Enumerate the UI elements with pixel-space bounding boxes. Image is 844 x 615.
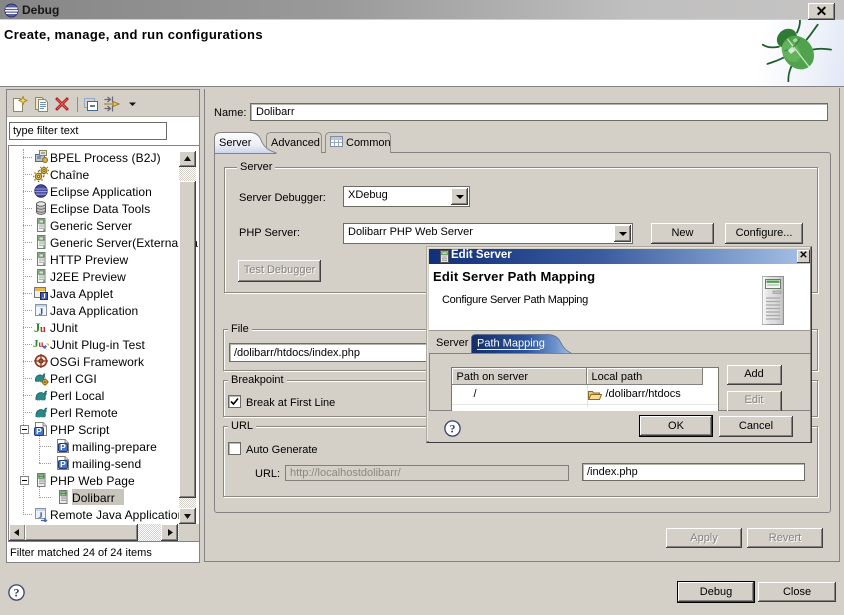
- svg-text:Server: Server: [219, 137, 252, 149]
- svg-text:?: ?: [450, 422, 456, 436]
- svg-text:Path Mapping: Path Mapping: [477, 338, 545, 350]
- svg-text:Server: Server: [436, 337, 469, 349]
- svg-text:Common: Common: [346, 137, 391, 149]
- svg-text:?: ?: [14, 586, 20, 600]
- svg-text:Advanced: Advanced: [271, 137, 320, 149]
